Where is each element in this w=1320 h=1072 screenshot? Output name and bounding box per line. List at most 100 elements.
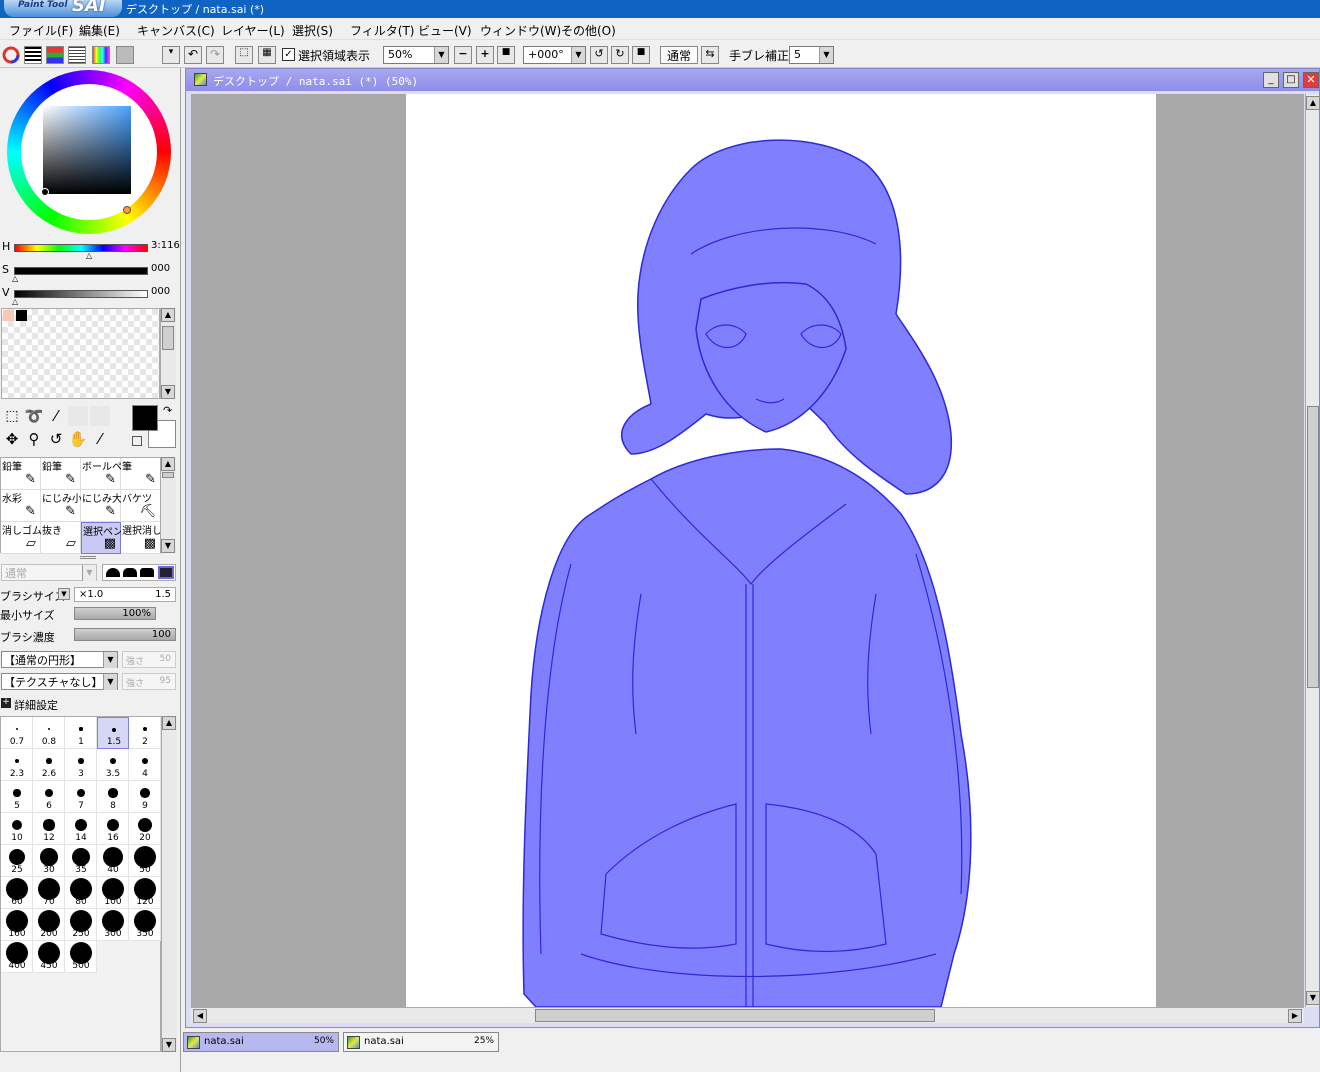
maximize-button[interactable]: □ (1283, 72, 1299, 88)
chevron-right-icon[interactable]: ▶ (1288, 1009, 1302, 1023)
brush-ballpen[interactable]: ボールペン ✎ (81, 458, 132, 490)
toolbar-chevron-icon[interactable]: ▾ (162, 46, 180, 64)
brush-size-cell[interactable]: 0.7 (1, 717, 33, 749)
canvas-area[interactable] (191, 94, 1304, 1007)
swatch-scroll-thumb[interactable] (162, 326, 174, 350)
chevron-left-icon[interactable]: ◀ (193, 1009, 207, 1023)
minimize-button[interactable]: _ (1263, 72, 1279, 88)
menu-canvas[interactable]: キャンバス(C) (137, 22, 215, 39)
brush-size-cell[interactable]: 2.3 (1, 749, 33, 781)
s-slider-handle[interactable]: △ (12, 274, 18, 283)
brush-size-cell[interactable]: 6 (33, 781, 65, 813)
brush-size-cell[interactable]: 35 (65, 845, 97, 877)
color-wheel[interactable] (7, 70, 171, 234)
tip-flat-icon[interactable] (158, 566, 174, 579)
zoom-in-button[interactable]: + (476, 46, 494, 64)
rotate-reset-button[interactable]: ■ (632, 46, 650, 64)
zoom-dropdown[interactable]: 50% ▼ (383, 46, 449, 64)
brush-size-cell[interactable]: 80 (65, 877, 97, 909)
canvas-horizontal-scrollbar[interactable]: ◀ ▶ (191, 1007, 1304, 1023)
brush-size-cell[interactable]: 200 (33, 909, 65, 941)
chevron-down-icon[interactable]: ▼ (161, 385, 175, 399)
tip-medium-icon[interactable] (123, 568, 137, 577)
tip-soft-icon[interactable] (106, 568, 120, 577)
selection-rect-icon[interactable]: ⬚ (2, 406, 22, 426)
mixer-toggle[interactable] (68, 46, 86, 64)
brush-size-cell[interactable]: 250 (65, 909, 97, 941)
brush-shape-dropdown[interactable]: 【通常の円形】 ▼ (1, 651, 118, 668)
brush-eraser[interactable]: 消しゴム ▱ (1, 522, 42, 554)
redo-button[interactable]: ↷ (206, 46, 224, 64)
brush-size-cell[interactable]: 14 (65, 813, 97, 845)
lasso-icon[interactable]: ➰ (24, 406, 44, 426)
brush-select-erase[interactable]: 選択消し ▩ (121, 522, 162, 554)
brush-watercolor[interactable]: 水彩 ✎ (1, 490, 41, 522)
brush-size-cell[interactable]: 25 (1, 845, 33, 877)
brush-brush[interactable]: 筆 ✎ (121, 458, 161, 490)
reset-colors-icon[interactable] (132, 436, 142, 446)
chevron-down-icon[interactable]: ▼ (1306, 991, 1320, 1005)
brush-size-cell[interactable]: 2.6 (33, 749, 65, 781)
menu-filter[interactable]: フィルタ(T) (350, 22, 414, 39)
chevron-down-icon[interactable]: ▼ (162, 1038, 176, 1052)
brush-size-cell[interactable]: 60 (1, 877, 33, 909)
flip-horizontal-button[interactable]: ⇆ (701, 46, 719, 64)
canvas-paper[interactable] (406, 94, 1156, 1007)
brush-grid-scrollbar[interactable]: ▲ ▼ (160, 457, 176, 553)
stabilizer-dropdown[interactable]: 5 ▼ (789, 46, 834, 64)
brush-size-cell[interactable]: 40 (97, 845, 129, 877)
swap-colors-icon[interactable]: ↷ (163, 404, 172, 417)
zoom-reset-button[interactable]: ■ (497, 46, 515, 64)
expand-plus-icon[interactable]: + (1, 698, 11, 708)
texture-dropdown[interactable]: 【テクスチャなし】 ▼ (1, 673, 118, 690)
brush-blur-small[interactable]: にじみ小 ✎ (41, 490, 82, 522)
brush-blur-large[interactable]: にじみ大 ✎ (81, 490, 122, 522)
brush-size-cell[interactable]: 1.5 (97, 717, 129, 749)
menu-other[interactable]: その他(O) (561, 22, 616, 39)
blend-mode-button[interactable]: 通常 (660, 46, 698, 64)
eyedropper-icon[interactable]: ⁄ (90, 429, 110, 449)
swatch-black[interactable] (16, 310, 27, 321)
chevron-up-icon[interactable]: ▲ (162, 716, 176, 730)
brush-size-cell[interactable]: 9 (129, 781, 161, 813)
foreground-color[interactable] (132, 405, 158, 431)
magic-wand-icon[interactable]: ⁄ (46, 406, 66, 426)
tip-hard-icon[interactable] (140, 568, 154, 577)
menu-select[interactable]: 選択(S) (292, 22, 333, 39)
menu-window[interactable]: ウィンドウ(W) (480, 22, 561, 39)
document-tab-2[interactable]: nata.sai 25% (343, 1032, 499, 1052)
rotate-icon[interactable]: ↺ (46, 429, 66, 449)
saturation-value-square[interactable] (43, 106, 131, 194)
size-grid-scrollbar[interactable]: ▲ ▼ (161, 716, 177, 1052)
deselect-button[interactable]: ⬚ (235, 46, 253, 64)
brush-size-cell[interactable]: 4 (129, 749, 161, 781)
brush-pencil[interactable]: 鉛筆 ✎ (1, 458, 41, 490)
swatch-skin[interactable] (3, 310, 14, 321)
brush-size-cell[interactable]: 8 (97, 781, 129, 813)
brush-size-cell[interactable]: 120 (129, 877, 161, 909)
color-wheel-toggle[interactable] (2, 46, 20, 64)
chevron-up-icon[interactable]: ▲ (161, 457, 175, 471)
brush-size-range-dropdown[interactable]: ▼ (58, 588, 70, 600)
brush-blend-dropdown[interactable]: 通常 ▼ (1, 564, 97, 581)
rotation-dropdown[interactable]: +000° ▼ (523, 46, 586, 64)
advanced-settings-label[interactable]: 詳細設定 (14, 697, 58, 713)
panel-grip[interactable] (80, 556, 96, 559)
chevron-up-icon[interactable]: ▲ (1306, 96, 1320, 110)
brush-size-cell[interactable]: 16 (97, 813, 129, 845)
chevron-down-icon[interactable]: ▼ (161, 539, 175, 553)
sv-cursor[interactable] (41, 188, 49, 196)
brush-cutout[interactable]: 抜き ▱ (41, 522, 81, 554)
brush-size-cell[interactable]: 30 (33, 845, 65, 877)
brush-bucket[interactable]: バケツ ⛏ (121, 490, 161, 522)
brush-size-cell[interactable]: 3 (65, 749, 97, 781)
brush-size-cell[interactable]: 7 (65, 781, 97, 813)
density-slider[interactable]: 100 (74, 628, 176, 641)
brush-size-cell[interactable]: 2 (129, 717, 161, 749)
document-tab-1[interactable]: nata.sai 50% (183, 1032, 339, 1052)
brush-size-cell[interactable]: 12 (33, 813, 65, 845)
rotate-left-button[interactable]: ↺ (590, 46, 608, 64)
h-slider-handle[interactable]: △ (86, 251, 92, 260)
brush-size-cell[interactable]: 5 (1, 781, 33, 813)
menu-edit[interactable]: 編集(E) (79, 22, 120, 39)
